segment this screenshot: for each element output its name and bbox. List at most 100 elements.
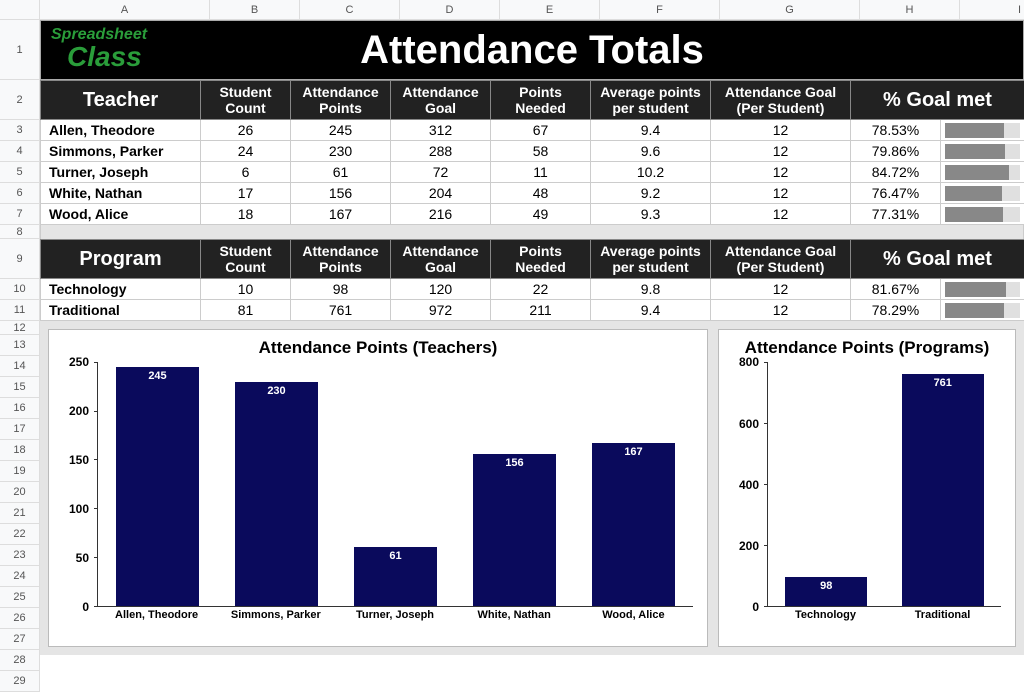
row-header[interactable]: 16 bbox=[0, 398, 40, 419]
cell[interactable]: 12 bbox=[711, 279, 851, 300]
row-header[interactable]: 11 bbox=[0, 300, 40, 321]
cell[interactable]: 288 bbox=[391, 141, 491, 162]
cell[interactable]: 230 bbox=[291, 141, 391, 162]
cell[interactable]: 156 bbox=[291, 183, 391, 204]
cell[interactable]: 61 bbox=[291, 162, 391, 183]
col-header[interactable]: C bbox=[300, 0, 400, 19]
table-row[interactable]: Technology1098120229.81281.67% bbox=[41, 279, 1024, 300]
cell[interactable]: 761 bbox=[291, 300, 391, 321]
table-row[interactable]: Turner, Joseph661721110.21284.72% bbox=[41, 162, 1024, 183]
cell[interactable]: 9.4 bbox=[591, 120, 711, 141]
cell[interactable]: 84.72% bbox=[851, 162, 941, 183]
cell[interactable]: 24 bbox=[201, 141, 291, 162]
row-header[interactable]: 10 bbox=[0, 279, 40, 300]
row-header[interactable]: 8 bbox=[0, 225, 40, 239]
col-header[interactable]: H bbox=[860, 0, 960, 19]
col-header[interactable]: I bbox=[960, 0, 1024, 19]
row-header[interactable]: 19 bbox=[0, 461, 40, 482]
cell[interactable]: 78.29% bbox=[851, 300, 941, 321]
cell[interactable]: 312 bbox=[391, 120, 491, 141]
cell[interactable]: 10.2 bbox=[591, 162, 711, 183]
table-row[interactable]: Wood, Alice18167216499.31277.31% bbox=[41, 204, 1024, 225]
row-header[interactable]: 20 bbox=[0, 482, 40, 503]
row-header[interactable]: 13 bbox=[0, 335, 40, 356]
row-header[interactable]: 5 bbox=[0, 162, 40, 183]
cell[interactable]: Simmons, Parker bbox=[41, 141, 201, 162]
cell[interactable]: 120 bbox=[391, 279, 491, 300]
row-header[interactable]: 12 bbox=[0, 321, 40, 335]
row-header[interactable]: 2 bbox=[0, 80, 40, 120]
cell[interactable]: 81.67% bbox=[851, 279, 941, 300]
row-header[interactable]: 28 bbox=[0, 650, 40, 671]
col-header[interactable]: D bbox=[400, 0, 500, 19]
row-header[interactable]: 18 bbox=[0, 440, 40, 461]
cell[interactable]: 12 bbox=[711, 141, 851, 162]
cell[interactable]: 12 bbox=[711, 162, 851, 183]
cell[interactable]: 10 bbox=[201, 279, 291, 300]
row-header[interactable]: 7 bbox=[0, 204, 40, 225]
row-header[interactable]: 24 bbox=[0, 566, 40, 587]
cell[interactable]: 11 bbox=[491, 162, 591, 183]
cell[interactable]: 12 bbox=[711, 300, 851, 321]
row-header[interactable]: 22 bbox=[0, 524, 40, 545]
cell[interactable]: 48 bbox=[491, 183, 591, 204]
cell[interactable]: 79.86% bbox=[851, 141, 941, 162]
row-header[interactable]: 17 bbox=[0, 419, 40, 440]
cell[interactable]: 18 bbox=[201, 204, 291, 225]
table-row[interactable]: Simmons, Parker24230288589.61279.86% bbox=[41, 141, 1024, 162]
row-header[interactable]: 15 bbox=[0, 377, 40, 398]
cell[interactable]: 204 bbox=[391, 183, 491, 204]
row-header[interactable]: 29 bbox=[0, 671, 40, 692]
cell[interactable]: 76.47% bbox=[851, 183, 941, 204]
table-row[interactable]: White, Nathan17156204489.21276.47% bbox=[41, 183, 1024, 204]
cell[interactable]: 167 bbox=[291, 204, 391, 225]
col-header[interactable]: A bbox=[40, 0, 210, 19]
cell[interactable]: Traditional bbox=[41, 300, 201, 321]
cell[interactable]: 12 bbox=[711, 183, 851, 204]
cell[interactable]: 58 bbox=[491, 141, 591, 162]
cell[interactable]: White, Nathan bbox=[41, 183, 201, 204]
row-header[interactable]: 4 bbox=[0, 141, 40, 162]
cell[interactable]: 9.4 bbox=[591, 300, 711, 321]
cell[interactable]: Technology bbox=[41, 279, 201, 300]
table-row[interactable]: Allen, Theodore26245312679.41278.53% bbox=[41, 120, 1024, 141]
cell[interactable]: 6 bbox=[201, 162, 291, 183]
cell[interactable]: Allen, Theodore bbox=[41, 120, 201, 141]
col-header[interactable]: F bbox=[600, 0, 720, 19]
col-header[interactable]: G bbox=[720, 0, 860, 19]
table-row[interactable]: Traditional817619722119.41278.29% bbox=[41, 300, 1024, 321]
cell[interactable]: Turner, Joseph bbox=[41, 162, 201, 183]
row-header[interactable]: 6 bbox=[0, 183, 40, 204]
cell[interactable]: 72 bbox=[391, 162, 491, 183]
cell[interactable]: Wood, Alice bbox=[41, 204, 201, 225]
cell[interactable]: 26 bbox=[201, 120, 291, 141]
row-header[interactable]: 26 bbox=[0, 608, 40, 629]
cell[interactable]: 81 bbox=[201, 300, 291, 321]
col-header[interactable]: B bbox=[210, 0, 300, 19]
cell[interactable]: 98 bbox=[291, 279, 391, 300]
row-header[interactable]: 21 bbox=[0, 503, 40, 524]
col-header[interactable]: E bbox=[500, 0, 600, 19]
row-header[interactable]: 9 bbox=[0, 239, 40, 279]
cell[interactable]: 78.53% bbox=[851, 120, 941, 141]
cell[interactable]: 77.31% bbox=[851, 204, 941, 225]
row-header[interactable]: 14 bbox=[0, 356, 40, 377]
cell[interactable]: 9.3 bbox=[591, 204, 711, 225]
cell[interactable]: 211 bbox=[491, 300, 591, 321]
row-header[interactable]: 3 bbox=[0, 120, 40, 141]
cell[interactable]: 216 bbox=[391, 204, 491, 225]
cell[interactable]: 12 bbox=[711, 120, 851, 141]
row-header[interactable]: 23 bbox=[0, 545, 40, 566]
cell[interactable]: 12 bbox=[711, 204, 851, 225]
cell[interactable]: 9.2 bbox=[591, 183, 711, 204]
cell[interactable]: 972 bbox=[391, 300, 491, 321]
row-header[interactable]: 1 bbox=[0, 20, 40, 80]
row-header[interactable]: 27 bbox=[0, 629, 40, 650]
cell[interactable]: 67 bbox=[491, 120, 591, 141]
cell[interactable]: 22 bbox=[491, 279, 591, 300]
cell[interactable]: 245 bbox=[291, 120, 391, 141]
cell[interactable]: 17 bbox=[201, 183, 291, 204]
row-header[interactable]: 25 bbox=[0, 587, 40, 608]
cell[interactable]: 9.8 bbox=[591, 279, 711, 300]
cell[interactable]: 9.6 bbox=[591, 141, 711, 162]
